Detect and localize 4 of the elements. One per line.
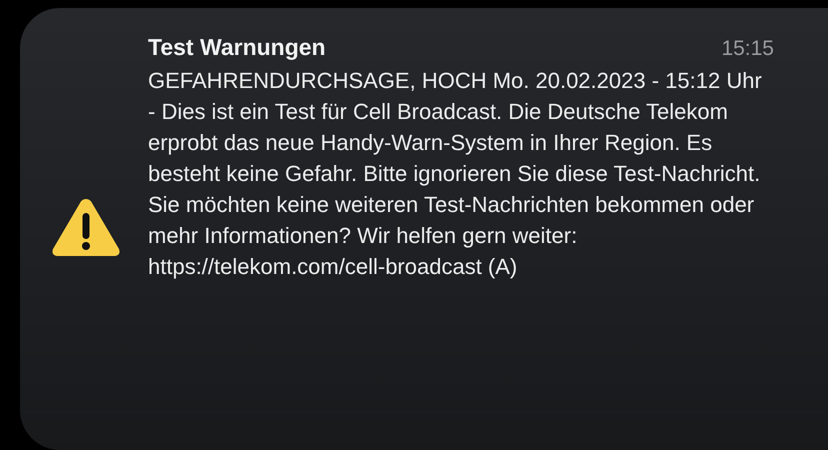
- notification-title: Test Warnungen: [148, 34, 326, 61]
- notification-message: GEFAHRENDURCHSAGE, HOCH Mo. 20.02.2023 - 15:12 Uhr - Dies ist ein Test für Cell Broadcast. Die Deutsche Telekom erprobt das neue Handy-Warn-System in Ihrer Region. Es besteht keine Gefahr. Bitte ignorieren Sie diese Test-Nachricht. Sie möchten keine weiteren Test-Nachrichten bekommen oder mehr Informationen? Wir helfen gern weiter: https://telekom.com/cell-broadcast (A): [148, 67, 763, 281]
- notification-time: 15:15: [721, 37, 774, 61]
- notification-card[interactable]: [20, 8, 828, 450]
